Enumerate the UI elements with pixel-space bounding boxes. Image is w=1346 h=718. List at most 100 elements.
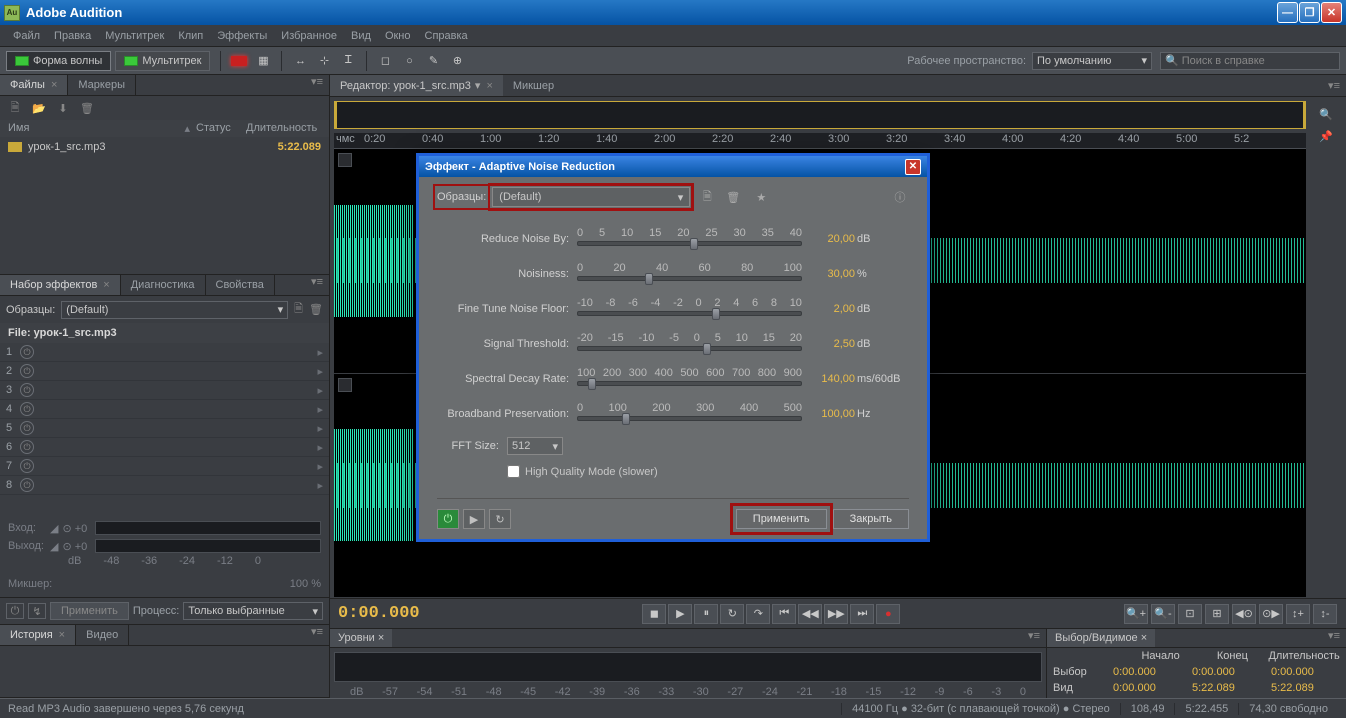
param-value[interactable]: 20,00 — [802, 233, 857, 245]
pause-button[interactable]: ⏸ — [694, 604, 718, 624]
close-file-icon[interactable]: 🗑 — [78, 100, 96, 116]
param-slider[interactable]: -20-15-10-505101520 — [577, 332, 802, 356]
fft-dropdown[interactable]: 512▾ — [507, 437, 563, 455]
info-icon[interactable]: ⓘ — [891, 188, 909, 206]
param-slider[interactable]: 0100200300400500 — [577, 402, 802, 426]
zoom-v-out-icon[interactable]: ↕- — [1313, 604, 1337, 624]
panel-menu-icon[interactable]: ▾≡ — [305, 275, 329, 295]
tab-levels[interactable]: Уровни × — [330, 629, 392, 647]
tab-video[interactable]: Видео — [76, 625, 129, 645]
tool-cut-icon[interactable]: ⊹ — [313, 50, 335, 72]
zoom-v-in-icon[interactable]: ↕+ — [1286, 604, 1310, 624]
slot-power-icon[interactable]: ⏻ — [20, 478, 34, 492]
zoom-in-icon[interactable]: 🔍+ — [1124, 604, 1148, 624]
cancel-button[interactable]: Закрыть — [833, 509, 909, 529]
fx-slot[interactable]: 3⏻▸ — [0, 381, 329, 400]
menu-help[interactable]: Справка — [418, 27, 475, 45]
input-gain[interactable]: ⊙ +0 — [62, 522, 87, 535]
menu-view[interactable]: Вид — [344, 27, 378, 45]
param-slider[interactable]: 100200300400500600700800900 — [577, 367, 802, 391]
slot-power-icon[interactable]: ⏻ — [20, 345, 34, 359]
hq-checkbox[interactable] — [507, 465, 520, 478]
open-file-icon[interactable]: 📂 — [30, 100, 48, 116]
preview-play-button[interactable]: ▶ — [463, 509, 485, 529]
fx-slot[interactable]: 5⏻▸ — [0, 419, 329, 438]
zoom-out-icon[interactable]: 🔍- — [1151, 604, 1175, 624]
waveform-view-button[interactable]: Форма волны — [6, 51, 111, 71]
delete-preset-icon[interactable]: 🗑 — [309, 303, 323, 316]
fx-slot[interactable]: 4⏻▸ — [0, 400, 329, 419]
zoom-in-left-icon[interactable]: ◀⊙ — [1232, 604, 1256, 624]
zoom-full-icon[interactable]: ⊡ — [1178, 604, 1202, 624]
prev-button[interactable]: ⏮ — [772, 604, 796, 624]
fx-slot[interactable]: 6⏻▸ — [0, 438, 329, 457]
tool-lasso-icon[interactable]: ○ — [398, 50, 420, 72]
save-preset-icon[interactable]: 🗎 — [294, 300, 303, 319]
rewind-button[interactable]: ◀◀ — [798, 604, 822, 624]
zoom-in-right-icon[interactable]: ⊙▶ — [1259, 604, 1283, 624]
param-value[interactable]: 2,50 — [802, 338, 857, 350]
slot-power-icon[interactable]: ⏻ — [20, 402, 34, 416]
effect-power-button[interactable]: ⏻ — [437, 509, 459, 529]
apply-button[interactable]: Применить — [736, 509, 827, 529]
zoom-sel-icon[interactable]: ⊞ — [1205, 604, 1229, 624]
fx-slot[interactable]: 7⏻▸ — [0, 457, 329, 476]
fx-power-button[interactable]: ⏻ — [6, 603, 24, 619]
tab-files[interactable]: Файлы× — [0, 75, 68, 95]
spectral-icon[interactable]: ▦ — [252, 50, 274, 72]
play-button[interactable]: ▶ — [668, 604, 692, 624]
loop-button[interactable]: ↻ — [720, 604, 744, 624]
tab-diagnostics[interactable]: Диагностика — [121, 275, 206, 295]
import-icon[interactable]: ⬇ — [54, 100, 72, 116]
param-value[interactable]: 30,00 — [802, 268, 857, 280]
favorite-icon[interactable]: ★ — [752, 188, 770, 206]
tab-mixer[interactable]: Микшер — [503, 76, 564, 96]
delete-preset-icon[interactable]: 🗑 — [724, 188, 742, 206]
menu-file[interactable]: Файл — [6, 27, 47, 45]
channel-mute-button[interactable] — [338, 153, 352, 167]
time-display[interactable]: 0:00.000 — [338, 604, 420, 623]
minimize-button[interactable]: — — [1277, 2, 1298, 23]
fx-apply-button[interactable]: Применить — [50, 602, 129, 620]
skip-button[interactable]: ↷ — [746, 604, 770, 624]
workspace-dropdown[interactable]: По умолчанию▾ — [1032, 52, 1152, 70]
menu-multitrack[interactable]: Мультитрек — [98, 27, 171, 45]
param-slider[interactable]: 020406080100 — [577, 262, 802, 286]
menu-window[interactable]: Окно — [378, 27, 418, 45]
close-button[interactable]: ✕ — [1321, 2, 1342, 23]
stop-button[interactable]: ◼ — [642, 604, 666, 624]
menu-clip[interactable]: Клип — [171, 27, 210, 45]
close-icon[interactable]: × — [59, 629, 65, 641]
param-slider[interactable]: -10-8-6-4-20246810 — [577, 297, 802, 321]
col-duration[interactable]: Длительность — [246, 122, 321, 135]
tab-history[interactable]: История× — [0, 625, 76, 645]
panel-menu-icon[interactable]: ▾≡ — [1322, 79, 1346, 92]
slot-power-icon[interactable]: ⏻ — [20, 459, 34, 473]
tool-marquee-icon[interactable]: ◻ — [374, 50, 396, 72]
slot-power-icon[interactable]: ⏻ — [20, 383, 34, 397]
help-search-input[interactable]: 🔍 Поиск в справке — [1160, 52, 1340, 70]
record-button[interactable]: ● — [876, 604, 900, 624]
param-value[interactable]: 2,00 — [802, 303, 857, 315]
output-gain[interactable]: ⊙ +0 — [62, 540, 87, 553]
menu-effects[interactable]: Эффекты — [210, 27, 274, 45]
slot-power-icon[interactable]: ⏻ — [20, 440, 34, 454]
slot-power-icon[interactable]: ⏻ — [20, 421, 34, 435]
tab-effects-rack[interactable]: Набор эффектов× — [0, 275, 121, 295]
process-dropdown[interactable]: Только выбранные▾ — [183, 602, 323, 620]
dialog-titlebar[interactable]: Эффект - Adaptive Noise Reduction ✕ — [419, 156, 927, 177]
preview-loop-button[interactable]: ↻ — [489, 509, 511, 529]
tool-heal-icon[interactable]: ⊕ — [446, 50, 468, 72]
multitrack-view-button[interactable]: Мультитрек — [115, 51, 210, 71]
tab-selection-view[interactable]: Выбор/Видимое × — [1047, 629, 1155, 647]
channel-mute-button[interactable] — [338, 378, 352, 392]
tool-move-icon[interactable]: ↔ — [289, 50, 311, 72]
close-icon[interactable]: × — [51, 79, 57, 91]
menu-edit[interactable]: Правка — [47, 27, 98, 45]
tab-properties[interactable]: Свойства — [206, 275, 275, 295]
search-icon[interactable]: 🔍 — [1314, 104, 1338, 124]
maximize-button[interactable]: ❐ — [1299, 2, 1320, 23]
fx-slot[interactable]: 8⏻▸ — [0, 476, 329, 495]
close-icon[interactable]: × — [486, 80, 492, 92]
save-preset-icon[interactable]: 🗎 — [698, 188, 716, 206]
